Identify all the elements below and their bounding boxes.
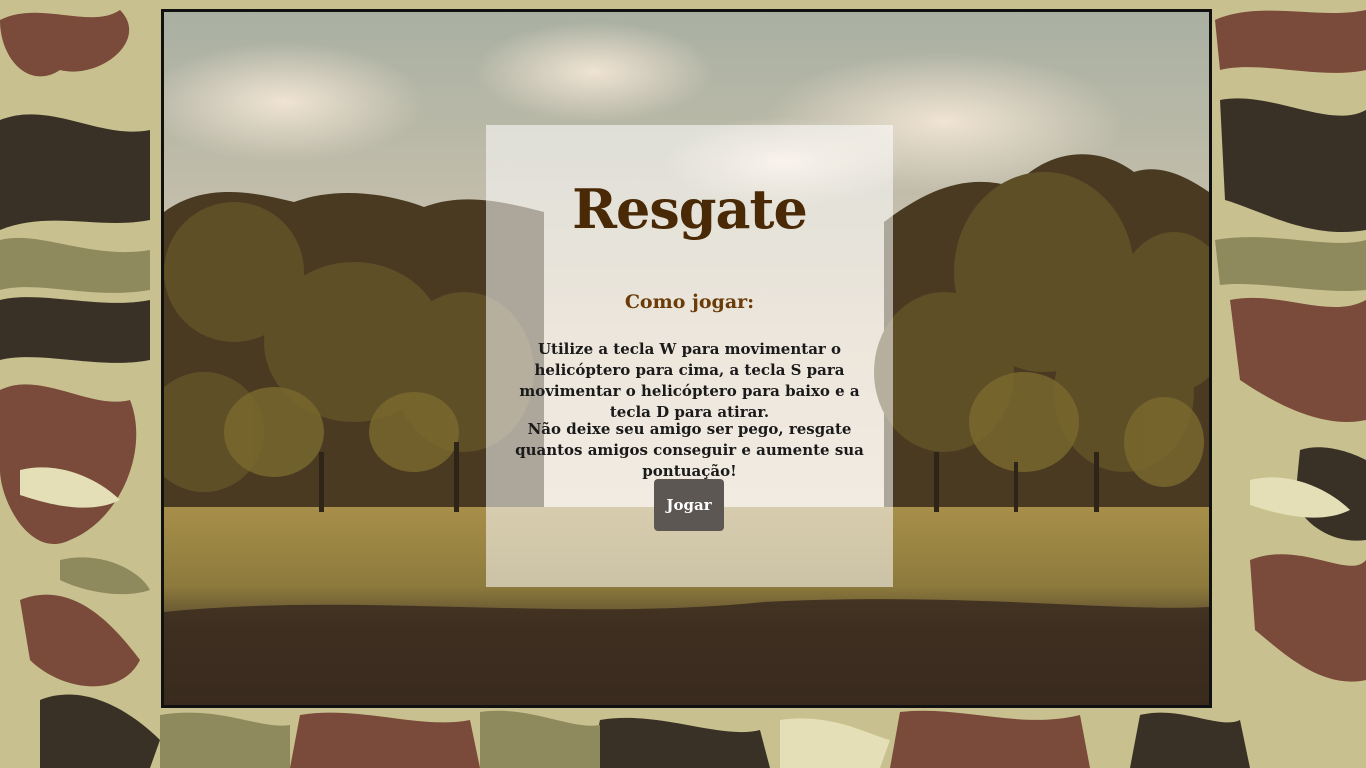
- play-button[interactable]: Jogar: [654, 479, 724, 531]
- instructions-goal: Não deixe seu amigo ser pego, resgate qu…: [515, 420, 864, 480]
- how-to-play-heading: Como jogar:: [624, 291, 755, 313]
- game-frame: Resgate Como jogar: Utilize a tecla W pa…: [161, 9, 1212, 708]
- instructions-controls: Utilize a tecla W para movimentar o heli…: [519, 340, 860, 421]
- game-title: Resgate: [572, 177, 808, 241]
- start-menu-panel: Resgate Como jogar: Utilize a tecla W pa…: [486, 125, 893, 587]
